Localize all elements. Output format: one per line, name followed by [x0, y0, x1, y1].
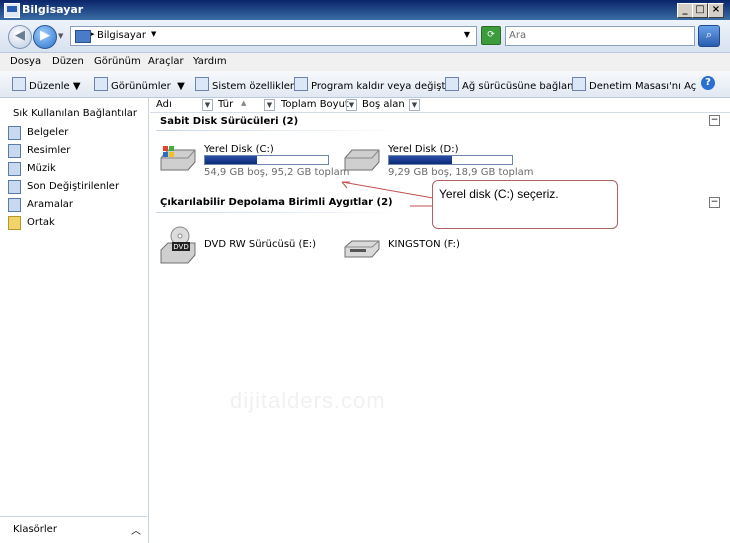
drive-d-usage-fill — [389, 156, 452, 164]
favorite-links-header: Sık Kullanılan Bağlantılar — [13, 108, 138, 119]
dvd-badge: DVD — [173, 243, 188, 251]
drive-c-usage-bar — [204, 155, 329, 165]
file-list: Sabit Disk Sürücüleri (2) − Yerel Disk (… — [150, 113, 728, 541]
chevron-icon[interactable]: ▸ — [91, 30, 95, 38]
callout-text: Yerel disk (C:) seçeriz. — [439, 187, 559, 201]
organize-button[interactable]: Düzenle ▼ — [12, 77, 81, 92]
drive-c[interactable]: Yerel Disk (C:) 54,9 GB boş, 95,2 GB top… — [158, 144, 350, 178]
menu-help[interactable]: Yardım — [193, 56, 227, 67]
menu-file[interactable]: Dosya — [10, 56, 41, 67]
search-input[interactable]: Ara — [505, 26, 695, 46]
group-divider — [156, 212, 406, 213]
title-bar: Bilgisayar _ □ × — [0, 0, 730, 20]
history-dropdown-icon[interactable]: ▼ — [58, 32, 63, 40]
menu-view[interactable]: Görünüm — [94, 56, 141, 67]
drive-c-name: Yerel Disk (C:) — [204, 144, 274, 155]
column-free-space[interactable]: Boş alan — [362, 99, 405, 110]
hard-drive-icon — [160, 146, 196, 171]
music-icon — [8, 162, 21, 176]
arrow-left-icon: ◀ — [15, 28, 25, 43]
views-icon — [94, 77, 108, 91]
drive-d-space: 9,29 GB boş, 18,9 GB toplam — [388, 167, 534, 178]
drive-d-name: Yerel Disk (D:) — [388, 144, 459, 155]
callout-arrow — [341, 181, 434, 207]
collapse-group-button[interactable]: − — [709, 115, 720, 126]
network-drive-icon — [445, 77, 459, 91]
programs-icon — [294, 77, 308, 91]
drive-e-name: DVD RW Sürücüsü (E:) — [204, 239, 317, 250]
drive-d-usage-bar — [388, 155, 513, 165]
column-filter-dropdown[interactable]: ▼ — [346, 99, 357, 111]
column-total-size[interactable]: Toplam Boyut — [281, 99, 349, 110]
menu-tools[interactable]: Araçlar — [148, 56, 184, 67]
search-button[interactable]: ⌕ — [698, 25, 720, 47]
annotation-callout: Yerel disk (C:) seçeriz. — [432, 180, 618, 229]
control-panel-button[interactable]: Denetim Masası'nı Aç — [572, 77, 696, 92]
navigation-pane: Sık Kullanılan Bağlantılar Belgeler Resi… — [0, 98, 149, 543]
minimize-button[interactable]: _ — [677, 3, 693, 18]
collapse-group-button[interactable]: − — [709, 197, 720, 208]
column-filter-dropdown[interactable]: ▼ — [202, 99, 213, 111]
watermark: dijitalders.com — [230, 388, 386, 413]
navigation-bar: ◀ ▶ ▼ ▸ Bilgisayar ▼ ▼ ⟳ Ara ⌕ — [0, 20, 730, 53]
column-headers: Adı ▼ Tür ▲ ▼ Toplam Boyut ▼ Boş alan ▼ — [150, 98, 730, 113]
maximize-button[interactable]: □ — [692, 3, 708, 18]
command-bar: Düzenle ▼ Görünümler ▼ Sistem özellikler… — [0, 71, 730, 98]
address-dropdown-icon[interactable]: ▼ — [464, 30, 470, 39]
drive-d[interactable]: Yerel Disk (D:) 9,29 GB boş, 18,9 GB top… — [342, 144, 534, 178]
recent-icon — [8, 180, 21, 194]
drive-c-usage-fill — [205, 156, 257, 164]
drive-e[interactable]: DVD DVD RW Sürücüsü (E:) — [158, 226, 338, 266]
address-bar[interactable]: ▸ Bilgisayar ▼ ▼ — [70, 26, 477, 46]
dvd-drive-icon: DVD — [160, 226, 196, 264]
drive-f-name: KINGSTON (F:) — [388, 239, 460, 250]
computer-icon — [4, 3, 20, 18]
address-location[interactable]: Bilgisayar — [97, 30, 146, 41]
arrow-right-icon: ▶ — [40, 28, 50, 43]
pictures-icon — [8, 144, 21, 158]
map-network-drive-button[interactable]: Ağ sürücüsüne bağlan — [445, 77, 573, 92]
column-type[interactable]: Tür — [218, 99, 233, 110]
refresh-button[interactable]: ⟳ — [481, 26, 501, 45]
removable-drive-icon — [344, 240, 380, 258]
organize-icon — [12, 77, 26, 91]
control-panel-icon — [572, 77, 586, 91]
forward-button[interactable]: ▶ — [33, 25, 57, 49]
documents-icon — [8, 126, 21, 140]
drive-f[interactable]: KINGSTON (F:) — [342, 233, 522, 267]
column-filter-dropdown[interactable]: ▼ — [409, 99, 420, 111]
hard-drive-icon — [344, 149, 380, 171]
sort-ascending-icon: ▲ — [241, 99, 247, 107]
back-button[interactable]: ◀ — [8, 25, 32, 49]
searches-icon — [8, 198, 21, 212]
group-divider — [156, 130, 406, 131]
folder-icon — [8, 216, 21, 230]
views-button[interactable]: Görünümler ▼ — [94, 77, 185, 92]
menu-bar: Dosya Düzen Görünüm Araçlar Yardım — [0, 53, 730, 71]
drive-c-space: 54,9 GB boş, 95,2 GB toplam — [204, 167, 350, 178]
help-icon[interactable]: ? — [701, 76, 715, 90]
search-placeholder: Ara — [509, 30, 527, 41]
chevron-up-icon[interactable]: ︿ — [131, 522, 141, 537]
column-name[interactable]: Adı — [156, 99, 172, 110]
column-filter-dropdown[interactable]: ▼ — [264, 99, 275, 111]
search-icon: ⌕ — [705, 28, 713, 41]
menu-edit[interactable]: Düzen — [52, 56, 84, 67]
folders-toggle[interactable]: Klasörler ︿ — [0, 516, 147, 543]
system-properties-button[interactable]: Sistem özellikleri — [195, 77, 297, 92]
group-header-fixed-disks[interactable]: Sabit Disk Sürücüleri (2) — [160, 116, 298, 127]
uninstall-program-button[interactable]: Program kaldır veya değiştir — [294, 77, 452, 92]
system-properties-icon — [195, 77, 209, 91]
computer-icon — [75, 30, 91, 43]
close-button[interactable]: × — [708, 3, 724, 18]
folders-label: Klasörler — [13, 524, 57, 535]
window-title: Bilgisayar — [22, 3, 84, 16]
chevron-down-icon[interactable]: ▼ — [151, 30, 156, 38]
